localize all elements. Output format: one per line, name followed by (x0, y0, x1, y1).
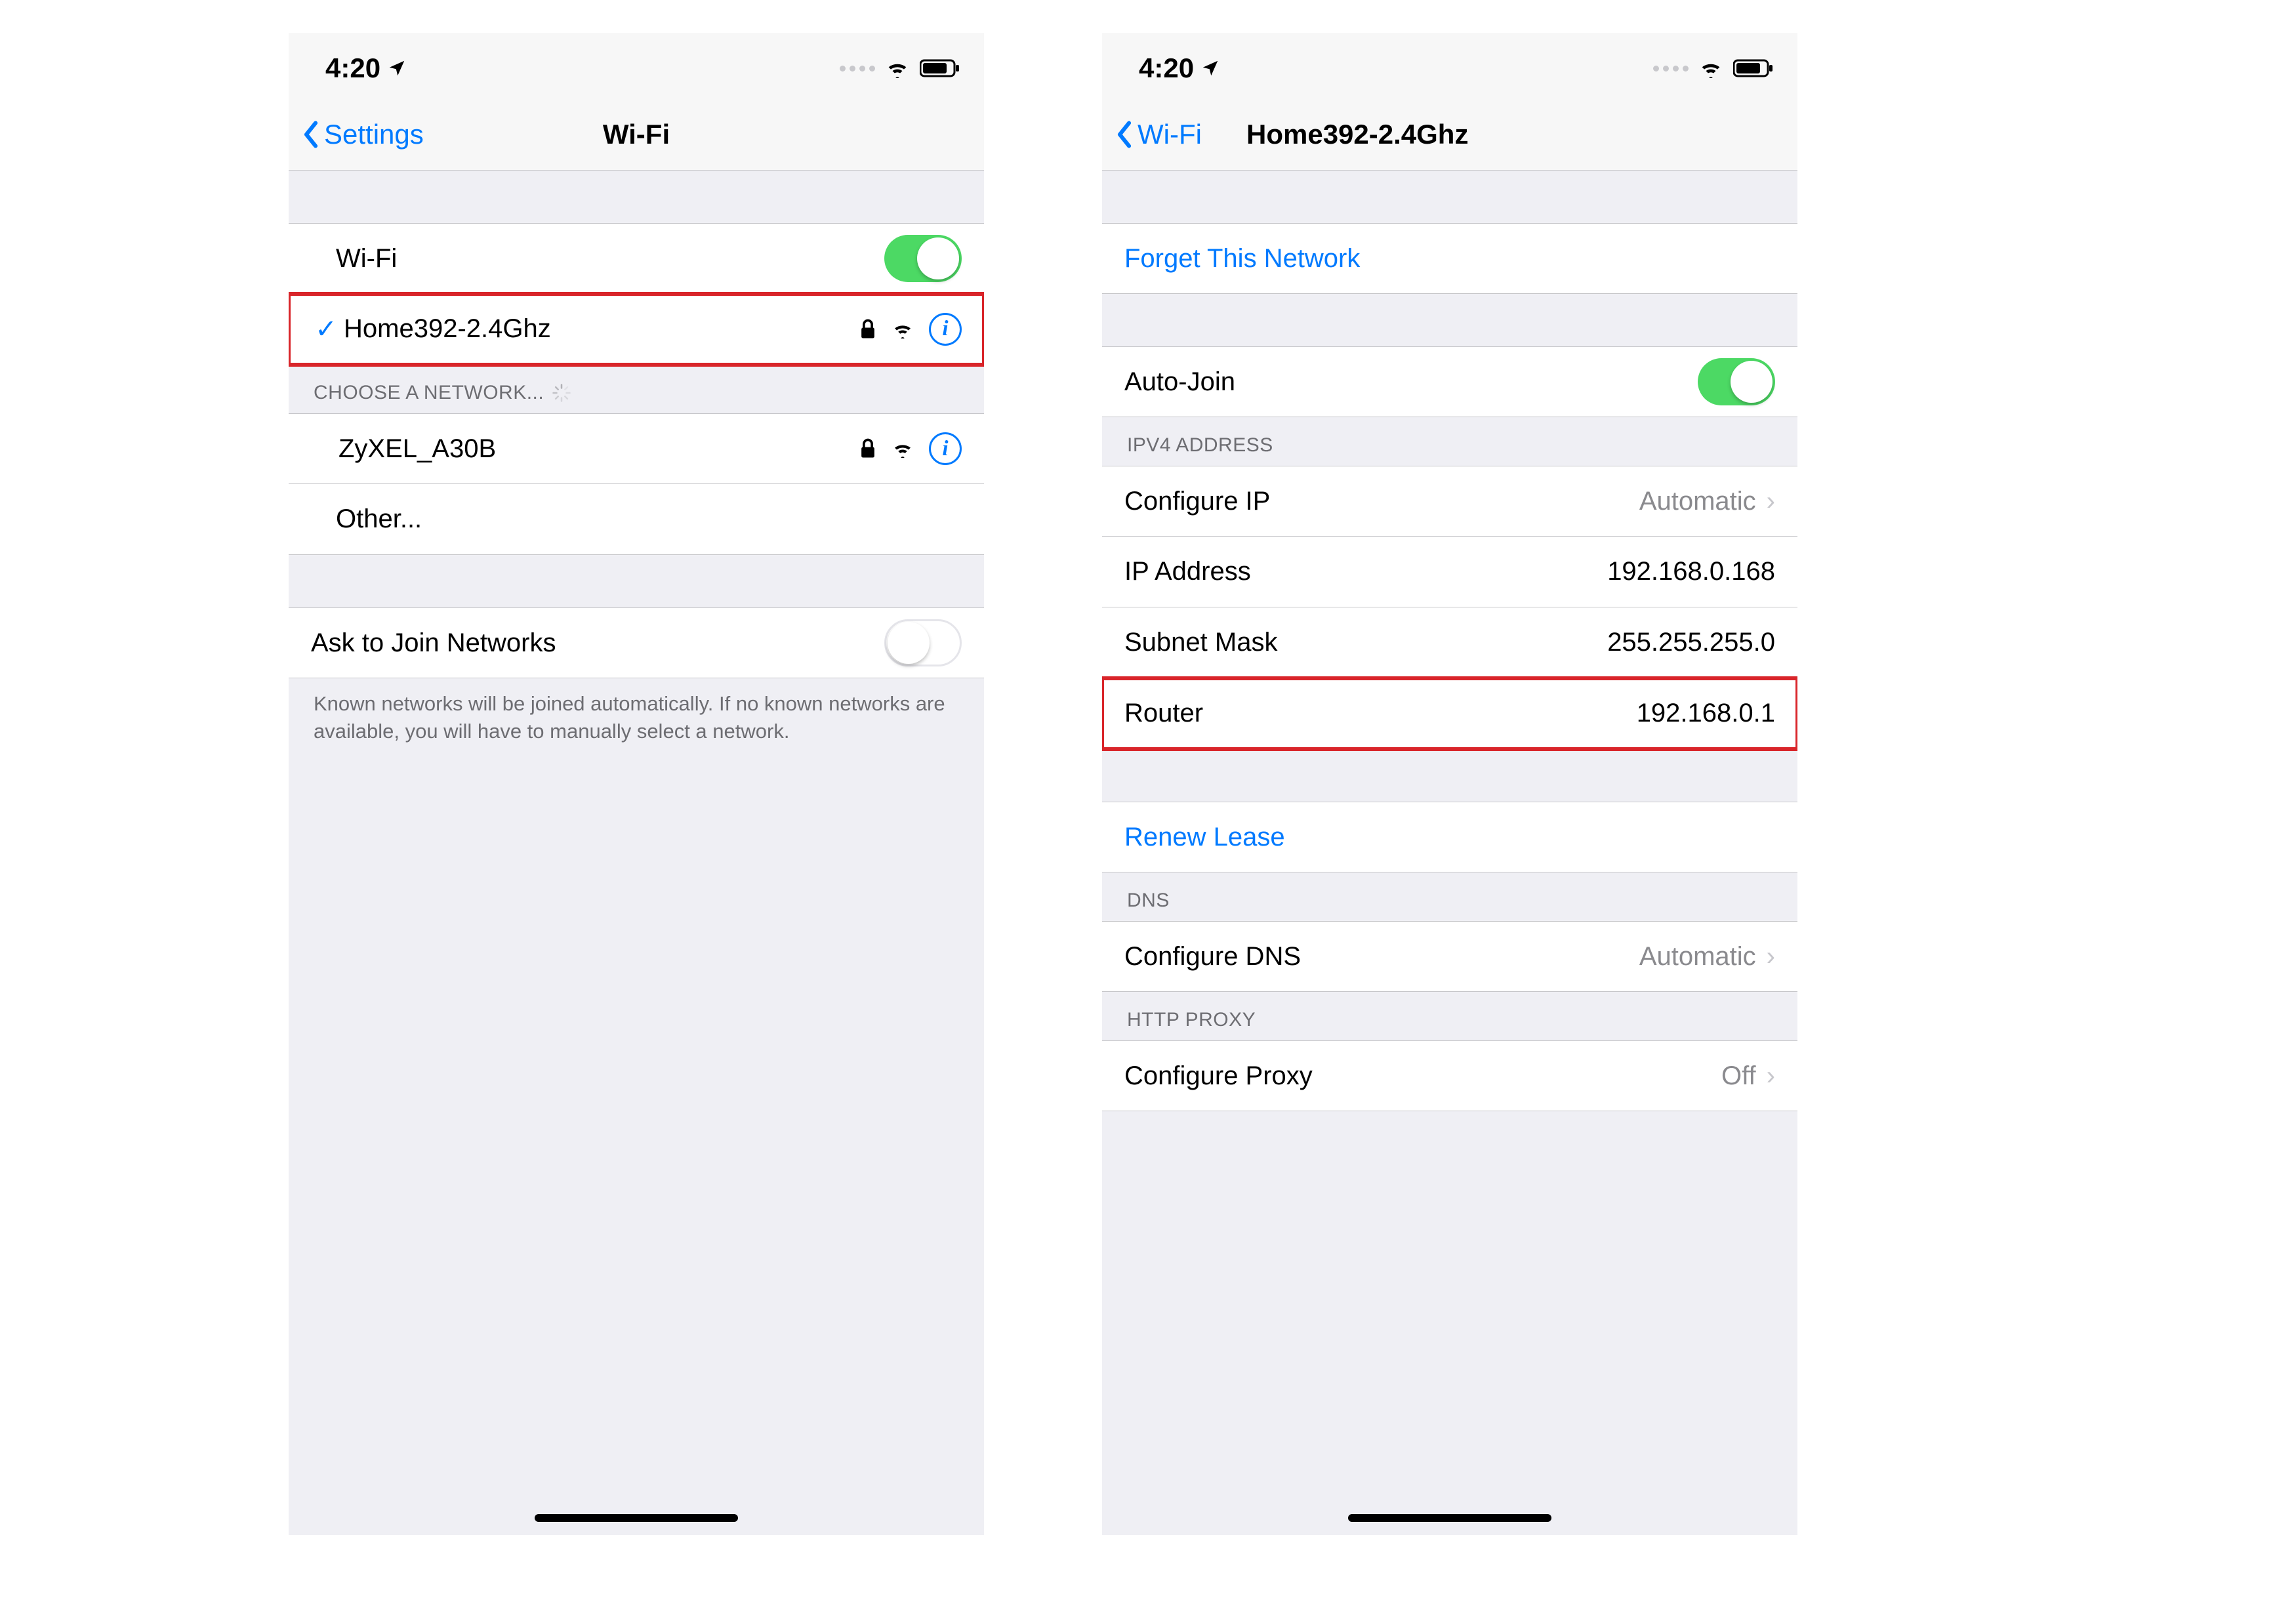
wifi-toggle[interactable] (884, 235, 962, 282)
nav-bar: Wi-Fi Home392-2.4Ghz (1102, 98, 1797, 171)
location-arrow-icon (387, 58, 407, 78)
status-time: 4:20 (1139, 52, 1194, 84)
status-time: 4:20 (325, 52, 380, 84)
ask-to-join-toggle[interactable] (884, 619, 962, 666)
back-button[interactable]: Settings (302, 119, 424, 150)
network-name: ZyXEL_A30B (336, 434, 496, 464)
configure-ip-value: Automatic (1639, 487, 1756, 516)
status-time-group: 4:20 (325, 52, 407, 84)
nav-bar: Settings Wi-Fi (289, 98, 984, 171)
configure-dns-row[interactable]: Configure DNS Automatic › (1102, 921, 1797, 992)
phone-wifi-list: 4:20 Settings Wi-Fi Wi-Fi (289, 33, 984, 1535)
spacer (1102, 294, 1797, 346)
spacer (289, 555, 984, 607)
wifi-strength-icon (891, 440, 914, 458)
chevron-right-icon: › (1767, 1061, 1775, 1091)
ask-to-join-footer: Known networks will be joined automatica… (289, 678, 984, 757)
wifi-icon (1698, 58, 1724, 78)
configure-proxy-row[interactable]: Configure Proxy Off › (1102, 1040, 1797, 1111)
router-label: Router (1124, 699, 1203, 728)
ip-address-value: 192.168.0.168 (1607, 557, 1775, 586)
back-label: Settings (324, 119, 424, 150)
dns-header: DNS (1102, 872, 1797, 921)
wifi-icon (884, 58, 911, 78)
status-time-group: 4:20 (1139, 52, 1220, 84)
subnet-row: Subnet Mask 255.255.255.0 (1102, 607, 1797, 678)
paging-dots-icon (1653, 66, 1689, 72)
network-row[interactable]: ZyXEL_A30B i (289, 413, 984, 484)
lock-icon (859, 319, 876, 340)
configure-dns-value: Automatic (1639, 942, 1756, 972)
phone-wifi-detail: 4:20 Wi-Fi Home392-2.4Ghz Forget This Ne… (1102, 33, 1797, 1535)
router-value: 192.168.0.1 (1637, 699, 1775, 728)
back-button[interactable]: Wi-Fi (1115, 119, 1202, 150)
subnet-label: Subnet Mask (1124, 628, 1277, 657)
spacer (289, 171, 984, 223)
location-arrow-icon (1200, 58, 1220, 78)
home-indicator[interactable] (535, 1514, 738, 1522)
status-bar: 4:20 (1102, 33, 1797, 98)
back-label: Wi-Fi (1138, 119, 1202, 150)
autojoin-row: Auto-Join (1102, 346, 1797, 417)
spacer (1102, 171, 1797, 223)
ask-to-join-label: Ask to Join Networks (311, 628, 556, 658)
choose-network-text: CHOOSE A NETWORK... (314, 382, 544, 404)
chevron-right-icon: › (1767, 487, 1775, 516)
renew-lease-label: Renew Lease (1124, 823, 1285, 852)
ip-address-label: IP Address (1124, 557, 1251, 586)
other-network-row[interactable]: Other... (289, 484, 984, 555)
spinner-icon (552, 383, 571, 403)
ip-address-row: IP Address 192.168.0.168 (1102, 537, 1797, 607)
renew-lease-row[interactable]: Renew Lease (1102, 802, 1797, 872)
forget-network-label: Forget This Network (1124, 244, 1360, 274)
checkmark-icon: ✓ (311, 314, 341, 344)
ipv4-header: IPV4 ADDRESS (1102, 417, 1797, 466)
battery-icon (920, 58, 960, 78)
configure-proxy-value: Off (1721, 1061, 1756, 1091)
wifi-toggle-row: Wi-Fi (289, 223, 984, 294)
paging-dots-icon (840, 66, 875, 72)
info-icon[interactable]: i (929, 432, 962, 465)
configure-proxy-label: Configure Proxy (1124, 1061, 1313, 1091)
configure-dns-label: Configure DNS (1124, 942, 1301, 972)
chevron-right-icon: › (1767, 942, 1775, 972)
wifi-strength-icon (891, 320, 914, 338)
choose-network-header: CHOOSE A NETWORK... (289, 365, 984, 413)
router-row: Router 192.168.0.1 (1102, 678, 1797, 749)
network-row-right: i (859, 432, 962, 465)
battery-icon (1733, 58, 1774, 78)
configure-ip-label: Configure IP (1124, 487, 1270, 516)
configure-ip-row[interactable]: Configure IP Automatic › (1102, 466, 1797, 537)
wifi-toggle-label: Wi-Fi (336, 244, 397, 274)
chevron-left-icon (302, 121, 320, 148)
status-right (1653, 58, 1774, 78)
home-indicator[interactable] (1348, 1514, 1551, 1522)
info-icon[interactable]: i (929, 313, 962, 346)
status-right (840, 58, 960, 78)
autojoin-label: Auto-Join (1124, 367, 1235, 397)
spacer (1102, 749, 1797, 802)
proxy-header: HTTP PROXY (1102, 992, 1797, 1040)
autojoin-toggle[interactable] (1698, 358, 1775, 405)
page-title: Home392-2.4Ghz (1246, 119, 1468, 150)
subnet-value: 255.255.255.0 (1607, 628, 1775, 657)
other-label: Other... (336, 504, 422, 534)
connected-network-name: Home392-2.4Ghz (341, 314, 551, 344)
chevron-left-icon (1115, 121, 1134, 148)
status-bar: 4:20 (289, 33, 984, 98)
lock-icon (859, 438, 876, 459)
ask-to-join-row: Ask to Join Networks (289, 607, 984, 678)
connected-network-row[interactable]: ✓ Home392-2.4Ghz i (289, 294, 984, 365)
network-row-right: i (859, 313, 962, 346)
forget-network-row[interactable]: Forget This Network (1102, 223, 1797, 294)
